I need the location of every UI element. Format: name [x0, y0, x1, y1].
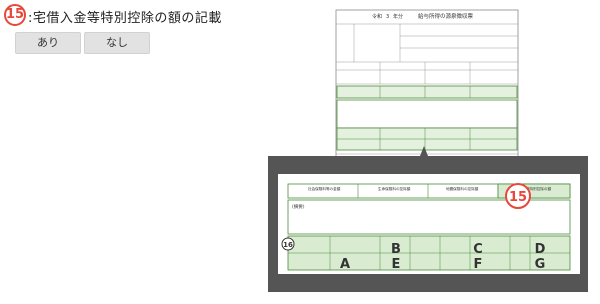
zoom-header-housing-loan: 住宅借入金等特別控除の額	[508, 186, 552, 191]
zoom-letter-f: F	[474, 257, 483, 272]
zoom-panel: 社会保険料等の金額 生命保険料の控除額 地震保険料の控除額 住宅借入金等特別控除…	[268, 156, 588, 292]
option-ari-button[interactable]: あり	[15, 32, 81, 54]
zoom-header-earthquake-insurance: 地震保険料の控除額	[446, 186, 479, 191]
option-nashi-button[interactable]: なし	[84, 32, 150, 54]
question-number-badge: 15	[4, 4, 26, 26]
zoom-pointer	[420, 146, 428, 156]
zoom-letter-a: A	[340, 257, 350, 272]
zoom-badge-16: 16	[281, 237, 295, 251]
zoom-header-social-insurance: 社会保険料等の金額	[308, 186, 341, 191]
form-paper: 令和 3 年分 給与所得の源泉徴収票	[335, 9, 519, 161]
zoom-letter-b: B	[391, 242, 401, 257]
form-year-suffix: 年分	[393, 13, 403, 20]
svg-text:15: 15	[509, 190, 527, 205]
question-title: :宅借入金等特別控除の額の記載	[28, 11, 222, 26]
svg-text:16: 16	[283, 241, 293, 249]
zoom-letter-c: C	[473, 242, 483, 257]
form-year: 3	[386, 14, 389, 20]
zoom-letter-e: E	[392, 257, 401, 272]
zoom-header-life-insurance: 生命保険料の控除額	[378, 186, 411, 191]
zoom-badge-15: 15	[505, 183, 531, 209]
form-era-label: 令和	[372, 13, 382, 20]
zoom-remarks-label: (摘要)	[292, 203, 305, 210]
zoom-letter-g: G	[535, 257, 546, 272]
zoom-letter-d: D	[535, 242, 546, 257]
form-title: 給与所得の源泉徴収票	[418, 12, 474, 20]
